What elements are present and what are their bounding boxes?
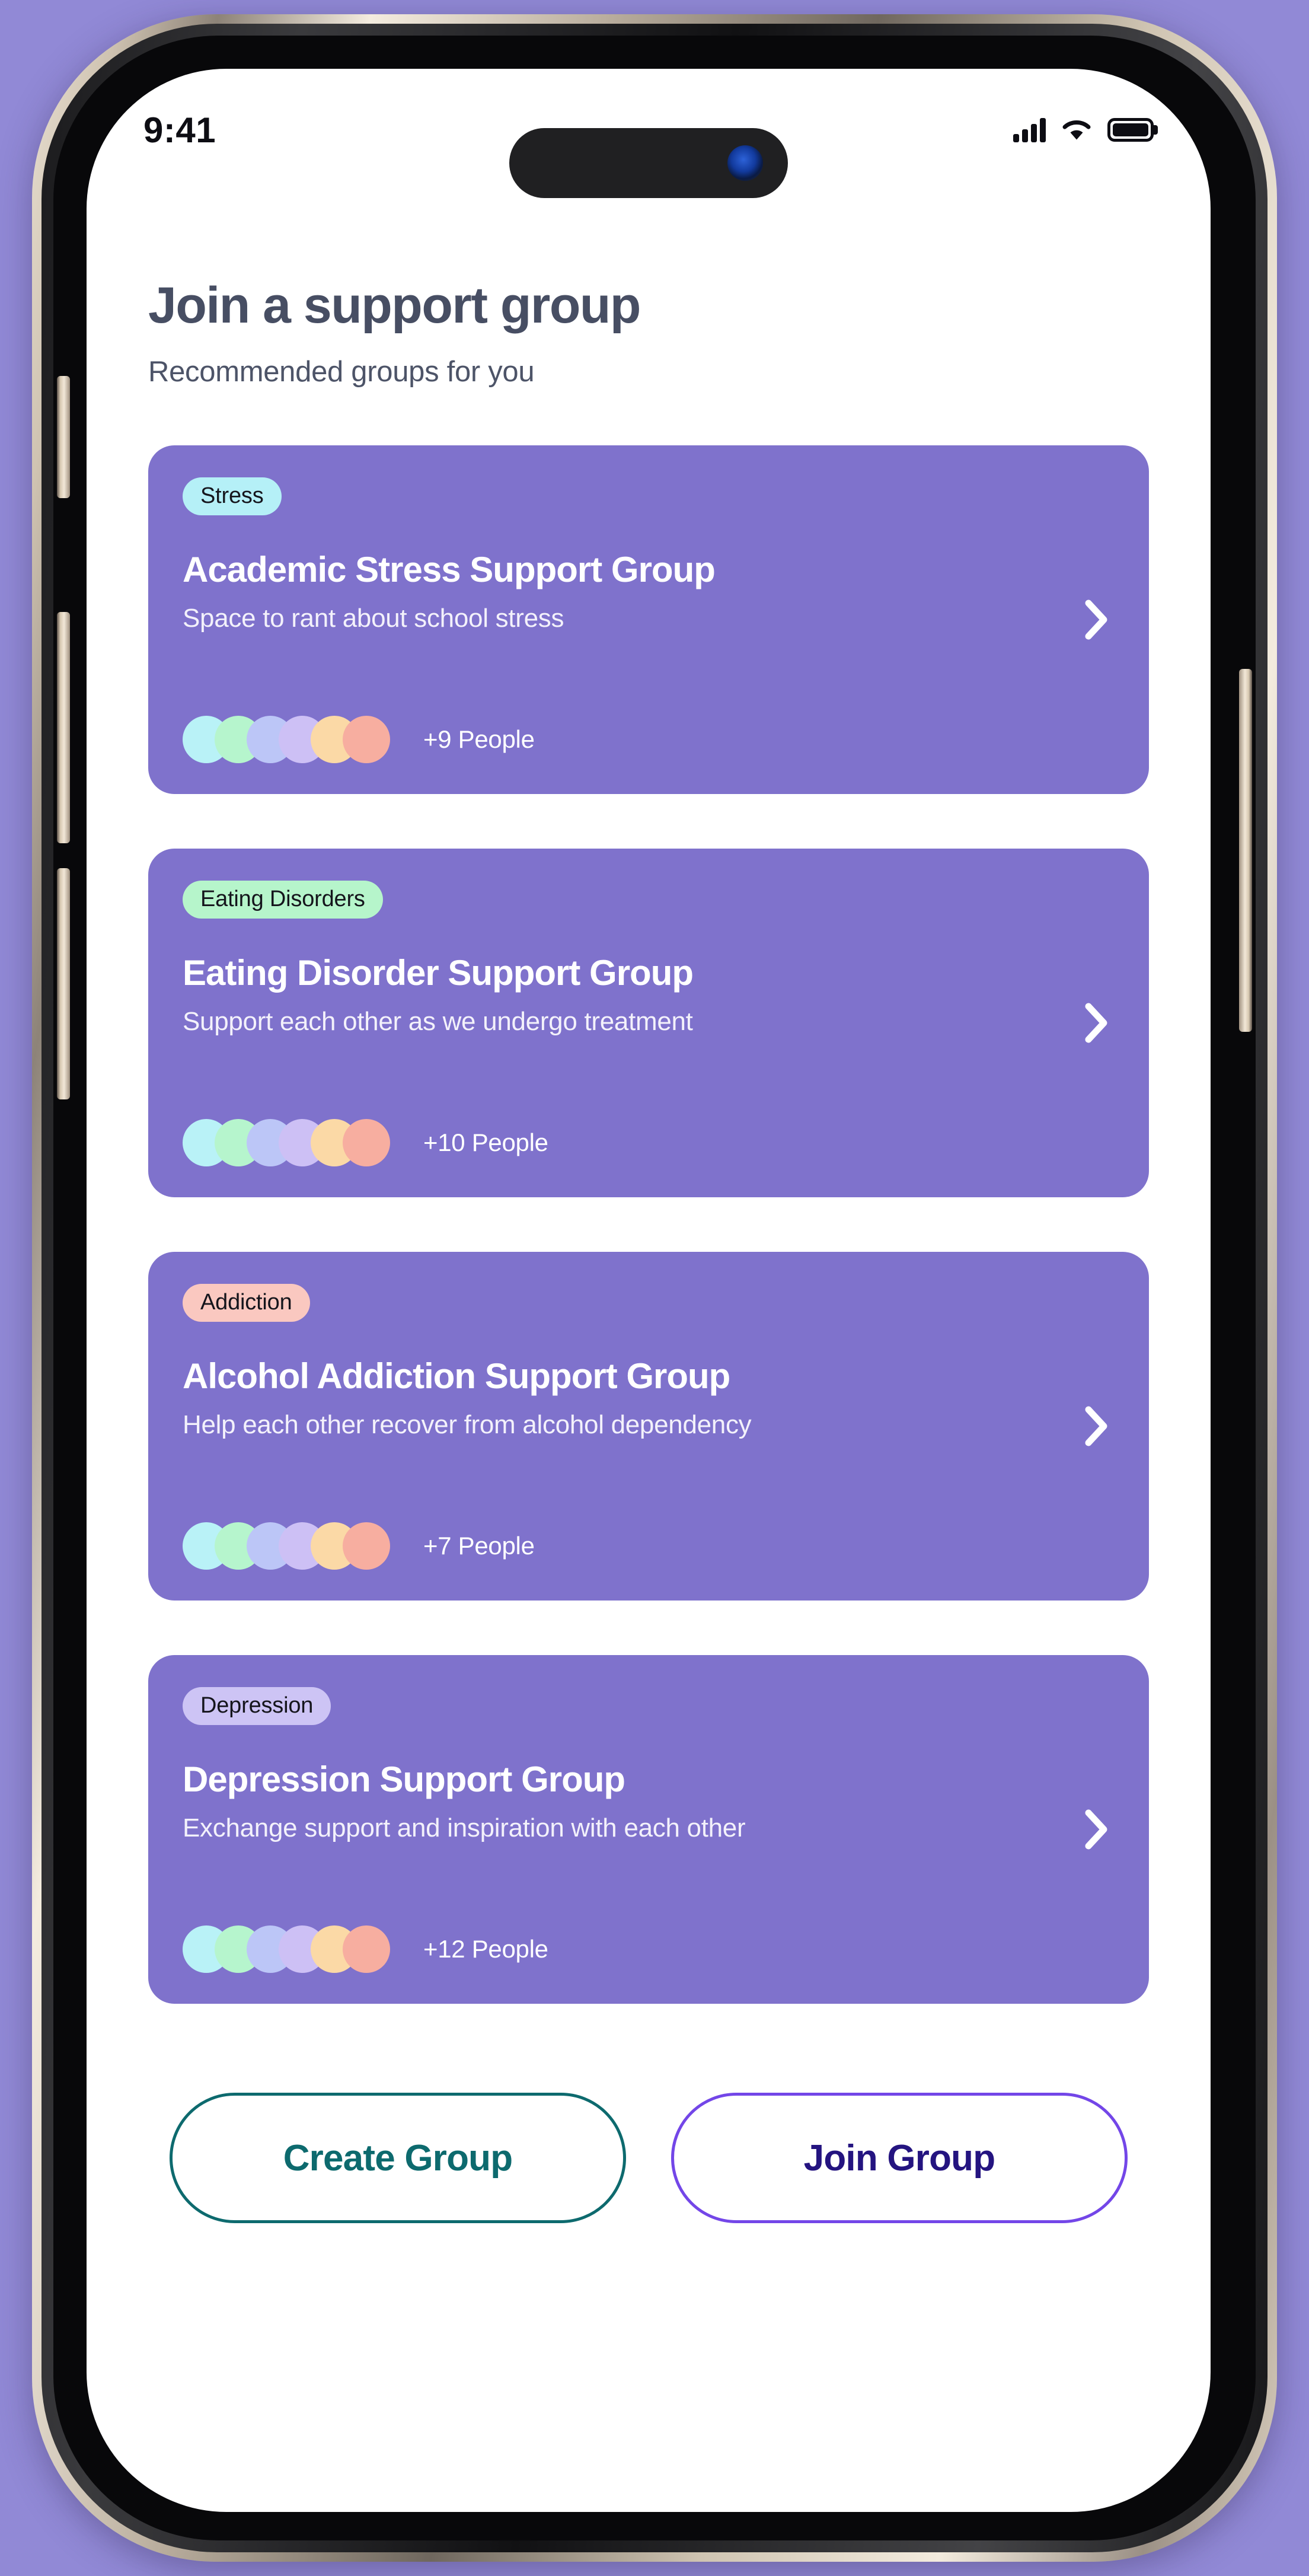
chevron-right-icon[interactable]	[1080, 1402, 1112, 1450]
front-camera-icon	[727, 145, 763, 181]
dynamic-island	[509, 128, 788, 198]
power-button[interactable]	[1239, 669, 1252, 1032]
category-badge: Eating Disorders	[183, 881, 383, 919]
member-avatars	[183, 1522, 390, 1570]
chevron-right-icon[interactable]	[1080, 596, 1112, 643]
group-subtitle: Help each other recover from alcohol dep…	[183, 1410, 752, 1439]
phone-screen: 9:41 Join a support group Recommended gr…	[87, 69, 1211, 2512]
category-badge: Stress	[183, 477, 282, 515]
phone-frame: 9:41 Join a support group Recommended gr…	[32, 14, 1277, 2562]
group-title: Depression Support Group	[183, 1759, 625, 1799]
wifi-icon	[1062, 120, 1091, 140]
member-avatars	[183, 716, 390, 763]
page-title: Join a support group	[148, 277, 641, 334]
category-badge: Depression	[183, 1687, 331, 1725]
group-title: Eating Disorder Support Group	[183, 953, 694, 993]
group-footer: +10 People	[183, 1087, 1115, 1166]
status-clock: 9:41	[143, 110, 216, 150]
avatar	[343, 716, 390, 763]
chevron-right-icon[interactable]	[1080, 999, 1112, 1047]
people-count: +12 People	[423, 1935, 548, 1963]
group-footer: +7 People	[183, 1490, 1115, 1570]
page-subtitle: Recommended groups for you	[148, 356, 535, 388]
join-group-button[interactable]: Join Group	[671, 2093, 1128, 2223]
group-title: Alcohol Addiction Support Group	[183, 1356, 730, 1396]
screenshot-root: 9:41 Join a support group Recommended gr…	[0, 0, 1309, 2576]
avatar	[343, 1925, 390, 1973]
volume-up-button[interactable]	[57, 612, 70, 843]
cellular-bars-icon	[1013, 117, 1046, 142]
group-subtitle: Space to rant about school stress	[183, 604, 564, 633]
group-card-list: Stress Academic Stress Support Group Spa…	[148, 445, 1149, 2004]
group-subtitle: Support each other as we undergo treatme…	[183, 1007, 693, 1036]
group-card[interactable]: Depression Depression Support Group Exch…	[148, 1655, 1149, 2004]
group-card[interactable]: Addiction Alcohol Addiction Support Grou…	[148, 1252, 1149, 1601]
volume-down-button[interactable]	[57, 868, 70, 1099]
category-badge: Addiction	[183, 1284, 310, 1322]
action-button[interactable]	[57, 376, 70, 498]
phone-bezel: 9:41 Join a support group Recommended gr…	[41, 24, 1268, 2552]
action-buttons: Create Group Join Group	[148, 2093, 1149, 2223]
group-card[interactable]: Stress Academic Stress Support Group Spa…	[148, 445, 1149, 794]
avatar	[343, 1522, 390, 1570]
phone-inner-bezel: 9:41 Join a support group Recommended gr…	[53, 36, 1256, 2540]
avatar	[343, 1119, 390, 1166]
battery-full-icon	[1107, 118, 1154, 142]
group-title: Academic Stress Support Group	[183, 550, 716, 589]
status-indicators	[1013, 117, 1154, 142]
create-group-button[interactable]: Create Group	[170, 2093, 626, 2223]
group-footer: +12 People	[183, 1893, 1115, 1973]
group-subtitle: Exchange support and inspiration with ea…	[183, 1813, 746, 1842]
people-count: +7 People	[423, 1532, 535, 1560]
people-count: +10 People	[423, 1128, 548, 1156]
chevron-right-icon[interactable]	[1080, 1806, 1112, 1853]
people-count: +9 People	[423, 725, 535, 753]
page-content: Join a support group Recommended groups …	[87, 191, 1211, 2223]
group-card[interactable]: Eating Disorders Eating Disorder Support…	[148, 849, 1149, 1197]
member-avatars	[183, 1925, 390, 1973]
group-footer: +9 People	[183, 684, 1115, 763]
member-avatars	[183, 1119, 390, 1166]
